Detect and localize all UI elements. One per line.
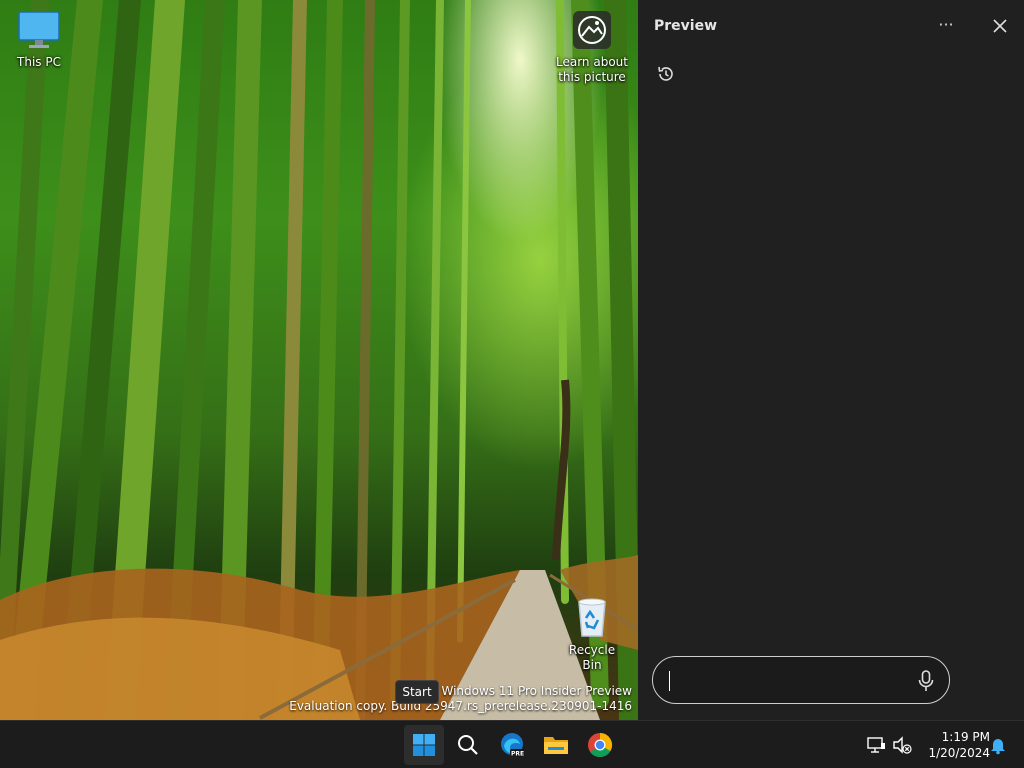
notification-bell-icon[interactable] [988, 735, 1008, 755]
chat-input-box[interactable] [652, 656, 950, 704]
system-clock[interactable]: 1:19 PM 1/20/2024 [918, 729, 990, 761]
desktop[interactable]: This PC Learn about this picture Recycle… [0, 0, 638, 720]
recycle-bin-label: Recycle Bin [568, 643, 616, 672]
chat-input[interactable] [671, 669, 901, 691]
microphone-icon[interactable] [917, 669, 935, 693]
this-pc-label: This PC [17, 55, 61, 69]
chrome-icon [588, 733, 613, 758]
chrome-button[interactable] [580, 725, 620, 765]
search-button[interactable] [448, 725, 488, 765]
file-explorer-button[interactable] [536, 725, 576, 765]
edge-preview-icon: PRE [501, 733, 525, 758]
file-explorer-icon [544, 737, 568, 754]
text-caret [669, 671, 670, 691]
evaluation-watermark: Windows 11 Pro Insider Preview Evaluatio… [289, 684, 632, 714]
start-button[interactable] [404, 725, 444, 765]
monitor-icon [18, 11, 60, 48]
taskbar: PRE 1:19 PM 1/20/2024 [0, 720, 1024, 768]
learn-about-picture-shortcut[interactable]: Learn about this picture [556, 10, 628, 85]
wallpaper [0, 0, 638, 720]
learn-about-line2: this picture [558, 70, 626, 84]
clock-date: 1/20/2024 [928, 746, 990, 760]
watermark-line1: Windows 11 Pro Insider Preview [441, 684, 632, 698]
watermark-line2: Evaluation copy. Build 25947.rs_prerelea… [289, 699, 632, 713]
picture-info-icon [573, 11, 611, 49]
learn-about-line1: Learn about [556, 55, 628, 69]
close-icon[interactable] [988, 14, 1012, 38]
preview-pane: Preview ··· [638, 0, 1024, 720]
this-pc-shortcut[interactable]: This PC [8, 10, 70, 70]
windows-logo-icon [413, 734, 435, 756]
svg-text:PRE: PRE [511, 751, 524, 758]
edge-preview-button[interactable]: PRE [492, 725, 532, 765]
clock-time: 1:19 PM [941, 730, 990, 744]
search-icon [458, 735, 478, 755]
history-icon[interactable] [656, 64, 676, 84]
recycle-bin-shortcut[interactable]: Recycle Bin [558, 596, 626, 673]
more-options-button[interactable]: ··· [934, 12, 958, 40]
pane-title: Preview [654, 18, 718, 34]
start-tooltip: Start [395, 680, 439, 704]
network-icon[interactable] [866, 735, 886, 755]
recycle-bin-icon [578, 598, 606, 637]
speaker-muted-icon[interactable] [892, 735, 912, 755]
